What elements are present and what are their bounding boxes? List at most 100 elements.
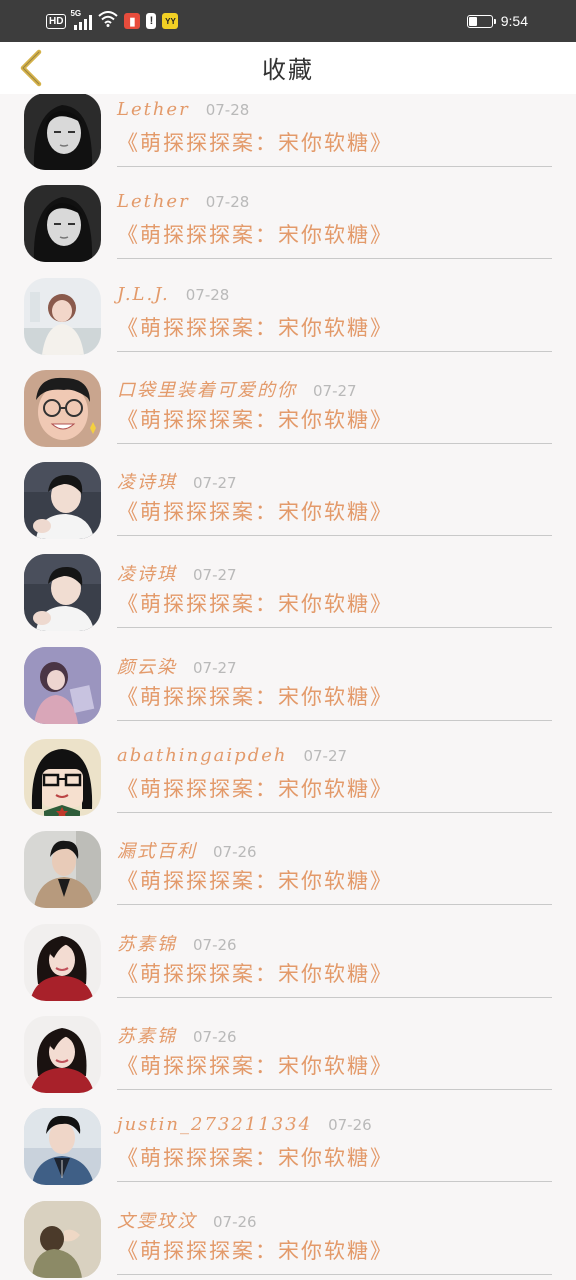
avatar[interactable] — [24, 646, 101, 724]
signal-icon: 5G — [70, 9, 93, 30]
list-item[interactable]: 苏素锦 07-26 《萌探探探案：宋你软糖》 — [0, 1010, 576, 1102]
story-title-link[interactable]: 《萌探探探案：宋你软糖》 — [117, 958, 393, 988]
list-item[interactable]: 苏素锦 07-26 《萌探探探案：宋你软糖》 — [0, 918, 576, 1010]
avatar[interactable] — [24, 923, 101, 1001]
item-info: justin_273211334 07-26 《萌探探探案：宋你软糖》 — [117, 1102, 552, 1183]
page-title: 收藏 — [262, 56, 314, 84]
wifi-icon — [98, 10, 119, 32]
item-info: 口袋里装着可爱的你 07-27 《萌探探探案：宋你软糖》 — [117, 364, 552, 444]
nav-bar: 收藏 — [0, 42, 576, 94]
avatar[interactable] — [24, 554, 101, 632]
user-line: abathingaipdeh 07-27 — [117, 745, 347, 766]
username[interactable]: 口袋里装着可爱的你 — [117, 376, 297, 402]
username[interactable]: 文雯玟汶 — [117, 1207, 197, 1233]
story-title-link[interactable]: 《萌探探探案：宋你软糖》 — [117, 865, 393, 895]
story-title-link[interactable]: 《萌探探探案：宋你软糖》 — [117, 588, 393, 618]
item-info: Lether 07-28 《萌探探探案：宋你软糖》 — [117, 94, 552, 167]
date: 07-26 — [328, 1116, 372, 1135]
story-title-link[interactable]: 《萌探探探案：宋你软糖》 — [117, 1142, 393, 1172]
username[interactable]: 苏素锦 — [117, 930, 177, 956]
story-title-link[interactable]: 《萌探探探案：宋你软糖》 — [117, 496, 393, 526]
username[interactable]: 颜云染 — [117, 653, 177, 679]
avatar[interactable] — [24, 739, 101, 817]
username[interactable]: 苏素锦 — [117, 1022, 177, 1048]
date: 07-27 — [193, 474, 237, 493]
date: 07-27 — [313, 381, 357, 400]
status-right: 9:54 — [466, 10, 528, 32]
user-line: 文雯玟汶 07-26 — [117, 1207, 257, 1233]
clock: 9:54 — [500, 13, 528, 29]
story-title-link[interactable]: 《萌探探探案：宋你软糖》 — [117, 773, 393, 803]
item-info: J.L.J. 07-28 《萌探探探案：宋你软糖》 — [117, 272, 552, 352]
item-info: abathingaipdeh 07-27 《萌探探探案：宋你软糖》 — [117, 733, 552, 814]
list-item[interactable]: 文雯玟汶 07-26 《萌探探探案：宋你软糖》 — [0, 1195, 576, 1280]
item-info: 文雯玟汶 07-26 《萌探探探案：宋你软糖》 — [117, 1195, 552, 1275]
item-info: 凌诗琪 07-27 《萌探探探案：宋你软糖》 — [117, 548, 552, 629]
avatar[interactable] — [24, 1015, 101, 1093]
list-item[interactable]: 凌诗琪 07-27 《萌探探探案：宋你软糖》 — [0, 456, 576, 548]
username[interactable]: justin_273211334 — [117, 1114, 312, 1135]
username[interactable]: 凌诗琪 — [117, 468, 177, 494]
user-line: 颜云染 07-27 — [117, 653, 237, 679]
story-title-link[interactable]: 《萌探探探案：宋你软糖》 — [117, 404, 393, 434]
story-title-link[interactable]: 《萌探探探案：宋你软糖》 — [117, 312, 393, 342]
story-title-link[interactable]: 《萌探探探案：宋你软糖》 — [117, 1235, 393, 1265]
story-title-link[interactable]: 《萌探探探案：宋你软糖》 — [117, 1050, 393, 1080]
favorites-list[interactable]: Lether 07-28 《萌探探探案：宋你软糖》 Lether 07-28 《萌探探探案… — [0, 94, 576, 1280]
avatar[interactable] — [24, 185, 101, 263]
user-line: 苏素锦 07-26 — [117, 1022, 237, 1048]
date: 07-26 — [213, 843, 257, 862]
date: 07-28 — [185, 285, 230, 304]
story-title-link[interactable]: 《萌探探探案：宋你软糖》 — [117, 127, 393, 157]
username[interactable]: Lether — [117, 99, 190, 120]
username[interactable]: 凌诗琪 — [117, 560, 177, 586]
list-item[interactable]: 颜云染 07-27 《萌探探探案：宋你软糖》 — [0, 641, 576, 733]
list-item[interactable]: 凌诗琪 07-27 《萌探探探案：宋你软糖》 — [0, 548, 576, 640]
avatar[interactable] — [24, 369, 101, 447]
username[interactable]: J.L.J. — [117, 284, 170, 305]
item-info: Lether 07-28 《萌探探探案：宋你软糖》 — [117, 179, 552, 260]
avatar[interactable] — [24, 1200, 101, 1278]
list-item[interactable]: 漏式百利 07-26 《萌探探探案：宋你软糖》 — [0, 825, 576, 917]
avatar[interactable] — [24, 1108, 101, 1186]
date: 07-27 — [193, 566, 237, 585]
date: 07-27 — [303, 747, 348, 766]
date: 07-26 — [213, 1212, 257, 1231]
story-title-link[interactable]: 《萌探探探案：宋你软糖》 — [117, 681, 393, 711]
user-line: 漏式百利 07-26 — [117, 837, 257, 863]
user-line: 口袋里装着可爱的你 07-27 — [117, 376, 357, 402]
date: 07-28 — [205, 101, 250, 119]
exclaim-icon: ! — [146, 13, 157, 29]
item-info: 苏素锦 07-26 《萌探探探案：宋你软糖》 — [117, 1010, 552, 1090]
item-info: 凌诗琪 07-27 《萌探探探案：宋你软糖》 — [117, 456, 552, 537]
username[interactable]: 漏式百利 — [117, 837, 197, 863]
list-item[interactable]: justin_273211334 07-26 《萌探探探案：宋你软糖》 — [0, 1102, 576, 1194]
hd-icon: HD — [46, 13, 67, 29]
user-line: 凌诗琪 07-27 — [117, 560, 237, 586]
list-item[interactable]: abathingaipdeh 07-27 《萌探探探案：宋你软糖》 — [0, 733, 576, 825]
user-line: 苏素锦 07-26 — [117, 930, 237, 956]
list-item[interactable]: 口袋里装着可爱的你 07-27 《萌探探探案：宋你软糖》 — [0, 364, 576, 456]
date: 07-26 — [193, 1027, 237, 1046]
status-left: HD 5G ▮! YY — [46, 9, 179, 32]
list-item[interactable]: J.L.J. 07-28 《萌探探探案：宋你软糖》 — [0, 272, 576, 364]
list-item[interactable]: Lether 07-28 《萌探探探案：宋你软糖》 — [0, 94, 576, 179]
avatar[interactable] — [24, 277, 101, 355]
battery-icon — [466, 14, 496, 28]
avatar[interactable] — [24, 831, 101, 909]
user-line: 凌诗琪 07-27 — [117, 468, 237, 494]
item-info: 漏式百利 07-26 《萌探探探案：宋你软糖》 — [117, 825, 552, 906]
username[interactable]: abathingaipdeh — [117, 745, 287, 766]
red-book-icon: ▮ — [124, 13, 141, 29]
list-item[interactable]: Lether 07-28 《萌探探探案：宋你软糖》 — [0, 179, 576, 271]
item-info: 颜云染 07-27 《萌探探探案：宋你软糖》 — [117, 641, 552, 721]
story-title-link[interactable]: 《萌探探探案：宋你软糖》 — [117, 219, 393, 249]
username[interactable]: Lether — [117, 191, 190, 212]
user-line: Lether 07-28 — [117, 191, 249, 212]
avatar[interactable] — [24, 462, 101, 540]
network-label: 5G — [70, 9, 82, 18]
user-line: justin_273211334 07-26 — [117, 1114, 372, 1135]
avatar[interactable] — [24, 94, 101, 170]
date: 07-27 — [193, 658, 237, 677]
date: 07-26 — [193, 935, 237, 954]
